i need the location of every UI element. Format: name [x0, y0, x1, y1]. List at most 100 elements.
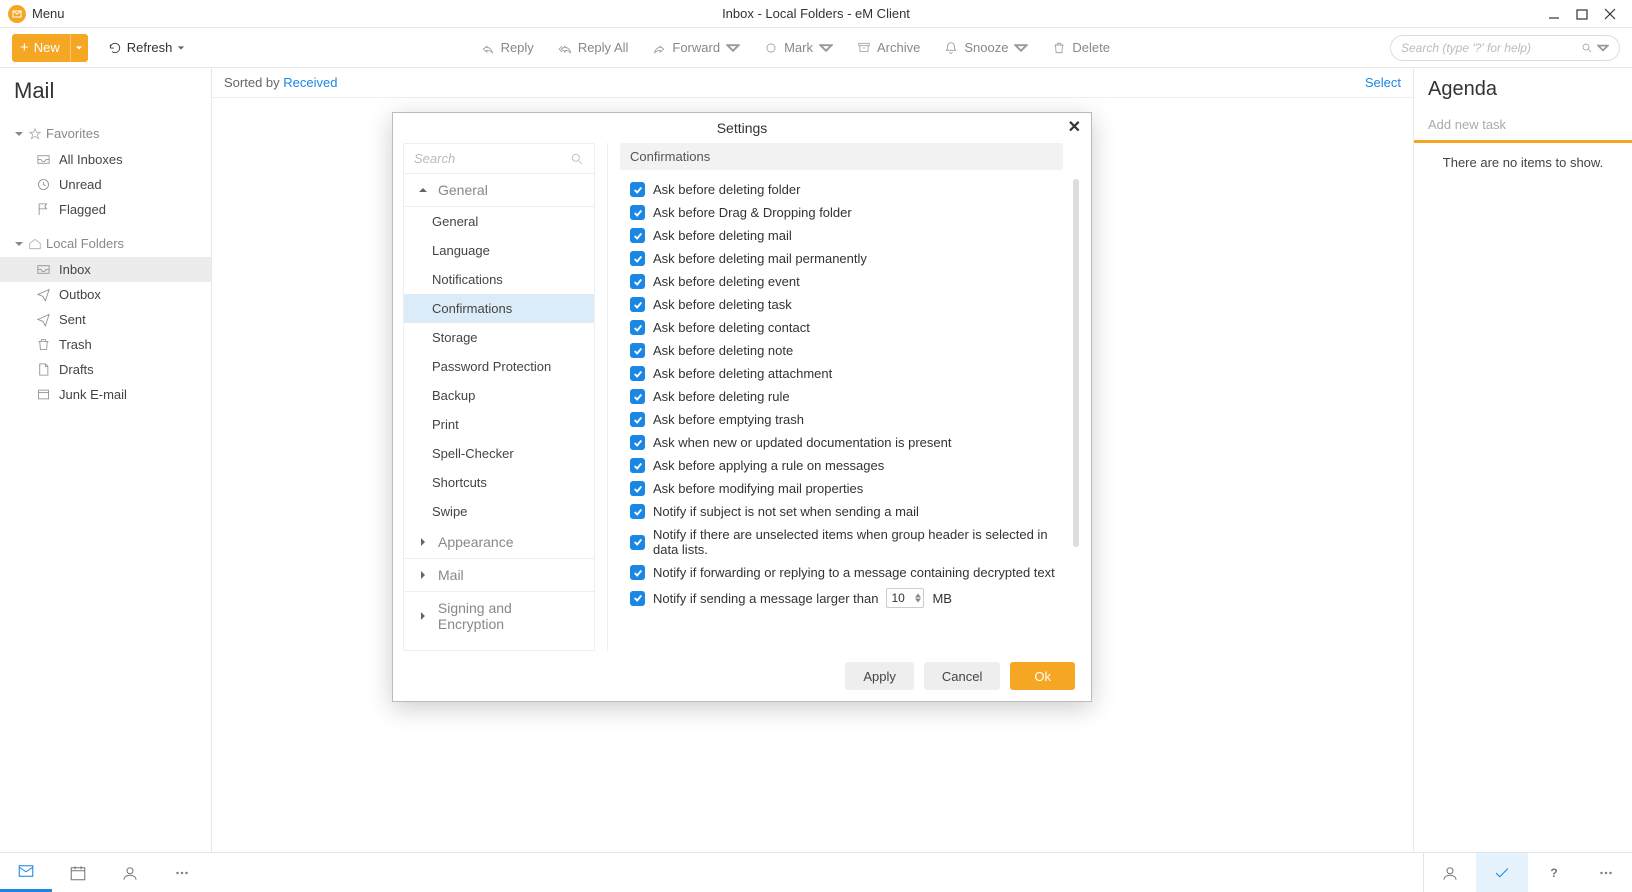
nav-item-flagged[interactable]: Flagged	[0, 197, 211, 222]
checkbox-checked-icon[interactable]	[630, 274, 645, 289]
checkbox-checked-icon[interactable]	[630, 205, 645, 220]
nav-item-unread[interactable]: Unread	[0, 172, 211, 197]
confirm-option[interactable]: Notify if sending a message larger than …	[620, 584, 1063, 612]
checkbox-checked-icon[interactable]	[630, 251, 645, 266]
confirm-option[interactable]: Ask before deleting event	[620, 270, 1063, 293]
archive-button[interactable]: Archive	[857, 40, 920, 55]
panel-more-button[interactable]	[1580, 853, 1632, 892]
checkbox-checked-icon[interactable]	[630, 412, 645, 427]
favorites-header[interactable]: Favorites	[0, 120, 211, 147]
refresh-button[interactable]: Refresh	[108, 40, 186, 55]
file-icon	[36, 362, 51, 377]
nav-item-junk[interactable]: Junk E-mail	[0, 382, 211, 407]
maximize-button[interactable]	[1568, 2, 1596, 26]
settings-sub-item[interactable]: Print	[404, 410, 594, 439]
nav-item-sent[interactable]: Sent	[0, 307, 211, 332]
confirm-option[interactable]: Notify if forwarding or replying to a me…	[620, 561, 1063, 584]
confirm-option[interactable]: Ask before deleting mail	[620, 224, 1063, 247]
checkbox-checked-icon[interactable]	[630, 504, 645, 519]
confirm-option[interactable]: Ask before deleting folder	[620, 178, 1063, 201]
checkbox-checked-icon[interactable]	[630, 565, 645, 580]
checkbox-checked-icon[interactable]	[630, 320, 645, 335]
apply-button[interactable]: Apply	[845, 662, 914, 690]
delete-button[interactable]: Delete	[1052, 40, 1110, 55]
help-button[interactable]: ?	[1528, 853, 1580, 892]
global-search-input[interactable]: Search (type '?' for help)	[1390, 35, 1620, 61]
panel-contacts-button[interactable]	[1424, 853, 1476, 892]
reply-button[interactable]: Reply	[481, 40, 534, 55]
nav-item-trash[interactable]: Trash	[0, 332, 211, 357]
settings-sub-item[interactable]: Storage	[404, 323, 594, 352]
cancel-button[interactable]: Cancel	[924, 662, 1000, 690]
checkbox-checked-icon[interactable]	[630, 182, 645, 197]
view-calendar-button[interactable]	[52, 853, 104, 892]
confirm-option[interactable]: Ask before applying a rule on messages	[620, 454, 1063, 477]
nav-item-outbox[interactable]: Outbox	[0, 282, 211, 307]
nav-item-drafts[interactable]: Drafts	[0, 357, 211, 382]
confirm-option[interactable]: Ask before deleting rule	[620, 385, 1063, 408]
confirm-option[interactable]: Ask when new or updated documentation is…	[620, 431, 1063, 454]
checkbox-checked-icon[interactable]	[630, 366, 645, 381]
outbox-icon	[36, 287, 51, 302]
checkbox-checked-icon[interactable]	[630, 297, 645, 312]
confirm-option[interactable]: Notify if subject is not set when sendin…	[620, 500, 1063, 523]
confirm-option[interactable]: Ask before Drag & Dropping folder	[620, 201, 1063, 224]
scrollbar[interactable]	[1071, 179, 1079, 597]
checkbox-checked-icon[interactable]	[630, 481, 645, 496]
confirm-option[interactable]: Ask before deleting attachment	[620, 362, 1063, 385]
checkbox-checked-icon[interactable]	[630, 389, 645, 404]
confirm-option[interactable]: Notify if there are unselected items whe…	[620, 523, 1063, 561]
view-mail-button[interactable]	[0, 853, 52, 892]
confirm-option[interactable]: Ask before emptying trash	[620, 408, 1063, 431]
inbox-icon	[36, 262, 51, 277]
settings-cat-general[interactable]: General	[404, 174, 594, 207]
menu-button[interactable]: Menu	[32, 6, 65, 21]
checkbox-checked-icon[interactable]	[630, 343, 645, 358]
settings-cat-signing[interactable]: Signing and Encryption	[404, 592, 594, 640]
trash-icon	[1052, 41, 1066, 55]
settings-sub-item[interactable]: Spell-Checker	[404, 439, 594, 468]
minimize-button[interactable]	[1540, 2, 1568, 26]
new-button[interactable]: +New	[12, 34, 88, 62]
confirm-option[interactable]: Ask before modifying mail properties	[620, 477, 1063, 500]
settings-sub-item[interactable]: Backup	[404, 381, 594, 410]
panel-agenda-button[interactable]	[1476, 853, 1528, 892]
checkbox-checked-icon[interactable]	[630, 228, 645, 243]
confirm-option[interactable]: Ask before deleting note	[620, 339, 1063, 362]
view-contacts-button[interactable]	[104, 853, 156, 892]
confirm-option[interactable]: Ask before deleting task	[620, 293, 1063, 316]
new-dropdown[interactable]	[70, 34, 88, 62]
forward-button[interactable]: Forward	[652, 40, 740, 55]
mark-button[interactable]: Mark	[764, 40, 833, 55]
settings-cat-appearance[interactable]: Appearance	[404, 526, 594, 559]
checkbox-checked-icon[interactable]	[630, 458, 645, 473]
nav-item-all-inboxes[interactable]: All Inboxes	[0, 147, 211, 172]
confirm-option[interactable]: Ask before deleting mail permanently	[620, 247, 1063, 270]
settings-sub-item[interactable]: Confirmations	[404, 294, 594, 323]
local-folders-header[interactable]: Local Folders	[0, 230, 211, 257]
checkbox-checked-icon[interactable]	[630, 435, 645, 450]
settings-sub-item[interactable]: Shortcuts	[404, 468, 594, 497]
size-threshold-input[interactable]: 10	[886, 588, 924, 608]
view-more-button[interactable]	[156, 853, 208, 892]
select-link[interactable]: Select	[1365, 75, 1401, 90]
settings-sub-item[interactable]: Password Protection	[404, 352, 594, 381]
spinner-down-icon[interactable]	[915, 598, 921, 603]
close-icon[interactable]: ✕	[1068, 117, 1081, 137]
close-window-button[interactable]	[1596, 2, 1624, 26]
reply-all-button[interactable]: Reply All	[558, 40, 629, 55]
settings-sub-item[interactable]: Notifications	[404, 265, 594, 294]
ok-button[interactable]: Ok	[1010, 662, 1075, 690]
settings-sub-item[interactable]: Language	[404, 236, 594, 265]
sort-field-link[interactable]: Received	[283, 75, 337, 90]
nav-item-inbox[interactable]: Inbox	[0, 257, 211, 282]
settings-sub-item[interactable]: General	[404, 207, 594, 236]
settings-sub-item[interactable]: Swipe	[404, 497, 594, 526]
checkbox-checked-icon[interactable]	[630, 535, 645, 550]
snooze-button[interactable]: Snooze	[944, 40, 1028, 55]
settings-cat-mail[interactable]: Mail	[404, 559, 594, 592]
add-task-input[interactable]: Add new task	[1414, 109, 1632, 143]
settings-search-input[interactable]: Search	[404, 144, 594, 174]
confirm-option[interactable]: Ask before deleting contact	[620, 316, 1063, 339]
checkbox-checked-icon[interactable]	[630, 591, 645, 606]
